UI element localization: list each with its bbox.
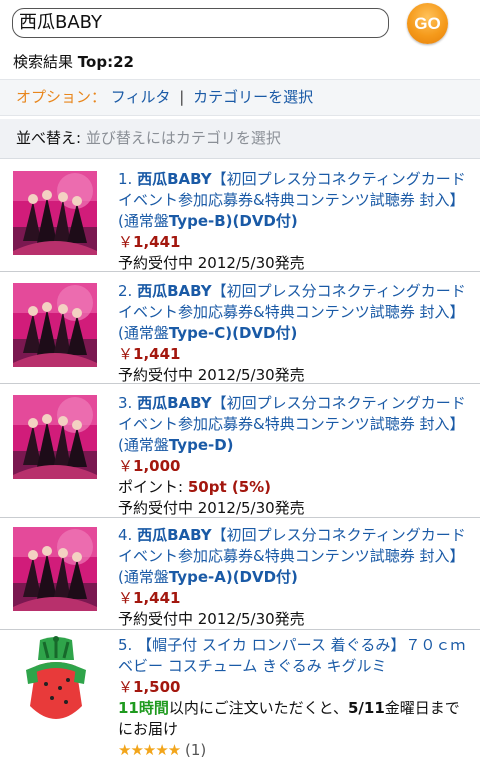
item-number: 5. <box>118 636 133 654</box>
ship-date: 5/11 <box>347 699 385 717</box>
search-input[interactable]: 西瓜BABY <box>12 8 389 38</box>
delivery-info: 11時間以内にご注文いただくと、5/11金曜日までにお届け <box>118 698 472 740</box>
product-thumbnail[interactable] <box>13 395 97 479</box>
result-item-3[interactable]: 3. 西瓜BABY【初回プレス分コネクティングカード イベント参加応募券&特典コ… <box>0 384 480 518</box>
title-brand: 西瓜BABY <box>137 282 212 300</box>
price-value: 1,441 <box>133 345 181 363</box>
search-bar: 西瓜BABY GO <box>0 0 480 48</box>
price: ￥1,000 <box>118 456 472 477</box>
price: ￥1,441 <box>118 588 472 609</box>
result-item-4[interactable]: 4. 西瓜BABY【初回プレス分コネクティングカード イベント参加応募券&特典コ… <box>0 518 480 630</box>
item-text: 4. 西瓜BABY【初回プレス分コネクティングカード イベント参加応募券&特典コ… <box>118 525 472 630</box>
currency-symbol: ￥ <box>118 457 134 475</box>
product-title-link[interactable]: 4. 西瓜BABY【初回プレス分コネクティングカード イベント参加応募券&特典コ… <box>118 525 472 588</box>
result-item-5[interactable]: 5. 【帽子付 スイカ ロンパース 着ぐるみ】７０ｃｍ ベビー コスチューム き… <box>0 630 480 762</box>
ship-text: 以内にご注文いただくと、 <box>168 699 348 717</box>
filter-link[interactable]: フィルタ <box>111 88 171 106</box>
album-cover-image <box>13 283 97 367</box>
options-bar: オプション： フィルタ | カテゴリーを選択 <box>0 79 480 116</box>
title-brand: 西瓜BABY <box>137 170 212 188</box>
product-title-link[interactable]: 1. 西瓜BABY【初回プレス分コネクティングカード イベント参加応募券&特典コ… <box>118 169 472 232</box>
product-thumbnail[interactable] <box>13 171 97 255</box>
item-number: 3. <box>118 394 133 412</box>
item-text: 2. 西瓜BABY【初回プレス分コネクティングカード イベント参加応募券&特典コ… <box>118 281 472 386</box>
sort-bar[interactable]: 並べ替え: 並び替えにはカテゴリを選択 <box>0 119 480 159</box>
currency-symbol: ￥ <box>118 345 134 363</box>
item-number: 4. <box>118 526 133 544</box>
options-label: オプション： <box>16 88 107 106</box>
release-info: 予約受付中 2012/5/30発売 <box>118 499 305 517</box>
price: ￥1,441 <box>118 232 472 253</box>
title-variant: Type-C)(DVD付) <box>168 324 298 342</box>
currency-symbol: ￥ <box>118 233 134 251</box>
item-text: 1. 西瓜BABY【初回プレス分コネクティングカード イベント参加応募券&特典コ… <box>118 169 472 274</box>
title-variant: Type-D) <box>168 436 234 454</box>
album-cover-image <box>13 171 97 255</box>
title-brand: 西瓜BABY <box>137 394 212 412</box>
result-count: 検索結果 Top:22 <box>13 52 134 72</box>
currency-symbol: ￥ <box>118 589 134 607</box>
points-label: ポイント: <box>118 478 184 496</box>
release-info: 予約受付中 2012/5/30発売 <box>118 254 305 272</box>
item-text: 3. 西瓜BABY【初回プレス分コネクティングカード イベント参加応募券&特典コ… <box>118 393 472 519</box>
album-cover-image <box>13 395 97 479</box>
result-count-value: Top:22 <box>77 53 134 71</box>
price-value: 1,500 <box>133 678 181 696</box>
item-number: 1. <box>118 170 133 188</box>
product-thumbnail[interactable] <box>18 636 94 732</box>
price-value: 1,441 <box>133 589 181 607</box>
title-text: 【帽子付 スイカ ロンパース 着ぐるみ】７０ｃｍ ベビー コスチューム きぐるみ… <box>118 636 466 675</box>
product-title-link[interactable]: 5. 【帽子付 スイカ ロンパース 着ぐるみ】７０ｃｍ ベビー コスチューム き… <box>118 635 472 677</box>
sort-label: 並べ替え: <box>16 129 82 147</box>
price: ￥1,441 <box>118 344 472 365</box>
product-thumbnail[interactable] <box>13 283 97 367</box>
points-info: ポイント: 50pt (5%) <box>118 477 472 498</box>
result-item-2[interactable]: 2. 西瓜BABY【初回プレス分コネクティングカード イベント参加応募券&特典コ… <box>0 272 480 384</box>
release-info: 予約受付中 2012/5/30発売 <box>118 610 305 628</box>
sort-hint: 並び替えにはカテゴリを選択 <box>85 129 281 147</box>
item-text: 5. 【帽子付 スイカ ロンパース 着ぐるみ】７０ｃｍ ベビー コスチューム き… <box>118 635 472 761</box>
result-count-label: 検索結果 <box>13 53 74 71</box>
product-thumbnail[interactable] <box>13 527 97 611</box>
star-rating-icon: ★★★★★ <box>118 741 181 759</box>
review-count: (1) <box>185 741 207 759</box>
go-button[interactable]: GO <box>407 3 448 44</box>
price: ￥1,500 <box>118 677 472 698</box>
product-title-link[interactable]: 3. 西瓜BABY【初回プレス分コネクティングカード イベント参加応募券&特典コ… <box>118 393 472 456</box>
rating[interactable]: ★★★★★ (1) <box>118 740 472 761</box>
ship-hours: 11時間 <box>118 699 169 717</box>
currency-symbol: ￥ <box>118 678 134 696</box>
watermelon-romper-image <box>18 636 94 732</box>
result-item-1[interactable]: 1. 西瓜BABY【初回プレス分コネクティングカード イベント参加応募券&特典コ… <box>0 160 480 272</box>
album-cover-image <box>13 527 97 611</box>
title-variant: Type-A)(DVD付) <box>168 568 298 586</box>
product-title-link[interactable]: 2. 西瓜BABY【初回プレス分コネクティングカード イベント参加応募券&特典コ… <box>118 281 472 344</box>
points-value: 50pt (5%) <box>187 478 272 496</box>
title-variant: Type-B)(DVD付) <box>168 212 298 230</box>
price-value: 1,441 <box>133 233 181 251</box>
title-brand: 西瓜BABY <box>137 526 212 544</box>
price-value: 1,000 <box>133 457 181 475</box>
category-select-link[interactable]: カテゴリーを選択 <box>193 88 313 106</box>
item-number: 2. <box>118 282 133 300</box>
release-info: 予約受付中 2012/5/30発売 <box>118 366 305 384</box>
options-separator: | <box>179 88 185 106</box>
